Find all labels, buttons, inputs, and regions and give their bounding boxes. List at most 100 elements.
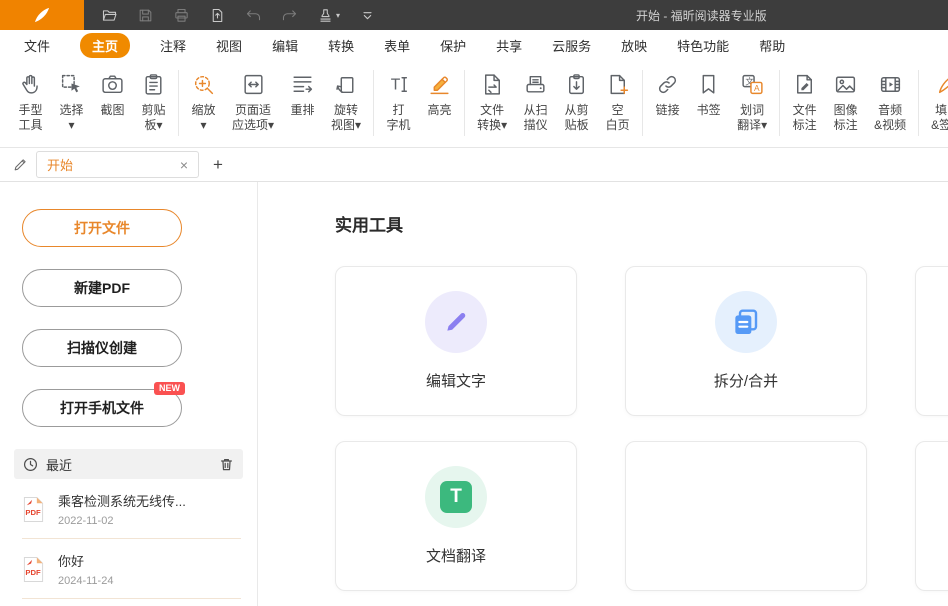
link-icon <box>655 68 680 100</box>
clock-icon <box>23 457 38 472</box>
ribbon-tool-select[interactable]: 选择▾ <box>51 67 92 134</box>
menu-item-file[interactable]: 文件 <box>24 36 50 55</box>
menu-item-share[interactable]: 共享 <box>496 36 522 55</box>
menu-item-help[interactable]: 帮助 <box>759 36 785 55</box>
edit-text-icon <box>425 291 487 353</box>
image-annotation-icon <box>833 68 858 100</box>
ribbon-separator <box>642 70 643 136</box>
audio-video-icon <box>878 68 903 100</box>
svg-text:A: A <box>754 83 760 93</box>
tool-cards-grid: 编辑文字 拆分/合并 W PDF转Word T 文档翻译 <box>335 266 948 591</box>
menu-bar: 文件 主页 注释 视图 编辑 转换 表单 保护 共享 云服务 放映 特色功能 帮… <box>0 30 948 60</box>
print-icon[interactable] <box>173 7 190 24</box>
redo-icon[interactable] <box>281 7 298 24</box>
tab-label: 开始 <box>47 155 180 174</box>
svg-text:PDF: PDF <box>25 568 41 577</box>
menu-item-edit[interactable]: 编辑 <box>272 36 298 55</box>
menu-item-slideshow[interactable]: 放映 <box>621 36 647 55</box>
pdf-file-icon: PDF <box>22 496 45 523</box>
tool-card-partial[interactable] <box>915 441 948 591</box>
file-annotation-icon <box>792 68 817 100</box>
ribbon-tool-reflow[interactable]: 重排 <box>282 67 323 119</box>
tool-card-split-merge[interactable]: 拆分/合并 <box>625 266 867 416</box>
menu-item-view[interactable]: 视图 <box>216 36 242 55</box>
tool-card-doc-translate[interactable]: T 文档翻译 <box>335 441 577 591</box>
menu-item-comment[interactable]: 注释 <box>160 36 186 55</box>
ribbon-tool-hand[interactable]: 手型工具 <box>10 67 51 134</box>
ribbon-tool-bookmark[interactable]: 书签 <box>688 67 729 119</box>
scanner-create-button[interactable]: 扫描仪创建 <box>22 329 182 367</box>
new-pdf-button[interactable]: 新建PDF <box>22 269 182 307</box>
recent-title: 最近 <box>46 455 219 474</box>
collapse-ribbon-icon[interactable] <box>359 7 376 24</box>
translate-doc-icon: T <box>425 466 487 528</box>
reflow-icon <box>290 68 315 100</box>
fill-sign-icon <box>935 68 948 100</box>
rotate-view-icon <box>334 68 359 100</box>
from-clipboard-icon <box>564 68 589 100</box>
clipboard-icon <box>141 68 166 100</box>
ribbon-tool-highlight[interactable]: 高亮 <box>419 67 460 119</box>
ribbon-separator <box>779 70 780 136</box>
tab-start[interactable]: 开始 × <box>36 151 199 178</box>
file-name: 乘客检测系统无线传... <box>58 491 186 510</box>
page-fit-icon <box>241 68 266 100</box>
ribbon-tool-link[interactable]: 链接 <box>647 67 688 119</box>
ribbon-tool-file-convert[interactable]: 文件转换▾ <box>469 67 515 134</box>
export-icon[interactable] <box>209 7 226 24</box>
titlebar: ▾ 开始 - 福昕阅读器专业版 <box>0 0 948 30</box>
new-tab-button[interactable]: + <box>213 155 223 175</box>
menu-item-form[interactable]: 表单 <box>384 36 410 55</box>
highlighter-icon <box>427 68 452 100</box>
menu-item-features[interactable]: 特色功能 <box>677 36 729 55</box>
ribbon-tool-translate[interactable]: 文A 划词翻译▾ <box>729 67 775 134</box>
ribbon-tool-audio-video[interactable]: 音频&视频 <box>866 67 914 134</box>
foxit-logo-icon <box>32 5 52 25</box>
undo-icon[interactable] <box>245 7 262 24</box>
ribbon-tool-rotate-view[interactable]: 旋转视图▾ <box>323 67 369 134</box>
typewriter-icon: T <box>386 68 411 100</box>
pencil-icon[interactable] <box>8 153 32 177</box>
open-folder-icon[interactable] <box>101 7 118 24</box>
ribbon-tool-blank-page[interactable]: 空白页 <box>597 67 638 134</box>
open-file-button[interactable]: 打开文件 <box>22 209 182 247</box>
recent-file-item[interactable]: PDF 你好 2024-11-24 <box>22 539 241 599</box>
ribbon-tool-image-annotation[interactable]: 图像标注 <box>825 67 866 134</box>
ribbon-toolbar: 手型工具 选择▾ 截图 剪贴板▾ 缩放▾ 页面适应选项▾ 重排 旋转视图▾ T … <box>0 60 948 148</box>
file-name: 你好 <box>58 551 113 570</box>
menu-item-cloud[interactable]: 云服务 <box>552 36 591 55</box>
ribbon-tool-clipboard[interactable]: 剪贴板▾ <box>133 67 174 134</box>
menu-item-protect[interactable]: 保护 <box>440 36 466 55</box>
tool-card-edit-text[interactable]: 编辑文字 <box>335 266 577 416</box>
stamp-icon[interactable]: ▾ <box>317 7 340 24</box>
ribbon-separator <box>373 70 374 136</box>
ribbon-tool-snapshot[interactable]: 截图 <box>92 67 133 119</box>
foxit-logo[interactable] <box>0 0 84 30</box>
open-mobile-file-button[interactable]: 打开手机文件 NEW <box>22 389 182 427</box>
zoom-icon <box>191 68 216 100</box>
ribbon-tool-fill-sign[interactable]: 填写&签名 <box>923 67 948 134</box>
save-icon[interactable] <box>137 7 154 24</box>
dropdown-caret-icon: ▾ <box>336 11 340 20</box>
close-tab-icon[interactable]: × <box>180 158 188 172</box>
file-date: 2022-11-02 <box>58 515 186 527</box>
ribbon-tool-zoom[interactable]: 缩放▾ <box>183 67 224 134</box>
main-area: 实用工具 编辑文字 拆分/合并 W PDF转Word <box>258 182 948 606</box>
card-label: 编辑文字 <box>426 370 486 391</box>
ribbon-tool-page-fit[interactable]: 页面适应选项▾ <box>224 67 282 134</box>
recent-section-header: 最近 <box>14 449 243 479</box>
ribbon-tool-file-annotation[interactable]: 文件标注 <box>784 67 825 134</box>
ribbon-tool-from-scanner[interactable]: 从扫描仪 <box>515 67 556 134</box>
bookmark-icon <box>696 68 721 100</box>
tool-card-partial[interactable] <box>625 441 867 591</box>
recent-file-item[interactable]: PDF 乘客检测系统无线传... 2022-11-02 <box>22 479 241 539</box>
clear-recent-button[interactable] <box>219 457 234 472</box>
menu-item-home[interactable]: 主页 <box>80 33 130 58</box>
menu-item-convert[interactable]: 转换 <box>328 36 354 55</box>
file-convert-icon <box>480 68 505 100</box>
tool-card-pdf-to-word[interactable]: W PDF转Word <box>915 266 948 416</box>
camera-icon <box>100 68 125 100</box>
hand-icon <box>18 68 43 100</box>
ribbon-tool-from-clipboard[interactable]: 从剪贴板 <box>556 67 597 134</box>
ribbon-tool-typewriter[interactable]: T 打字机 <box>378 67 419 134</box>
